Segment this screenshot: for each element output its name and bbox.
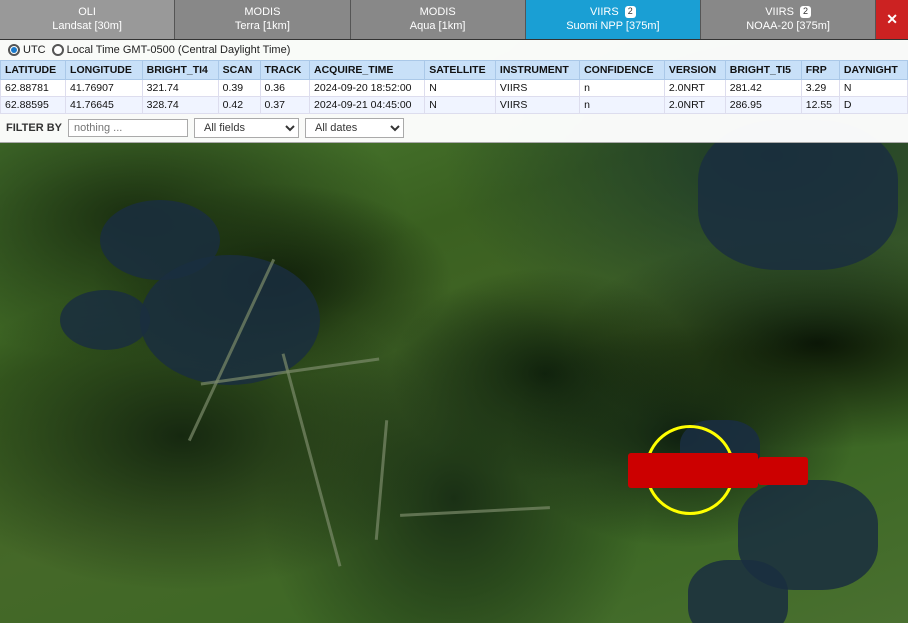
table-cell-acquire_time: 2024-09-21 04:45:00 [310,96,425,113]
table-header-longitude: LONGITUDE [66,60,143,79]
local-time-label: Local Time GMT-0500 (Central Daylight Ti… [67,44,291,56]
data-panel: UTC Local Time GMT-0500 (Central Dayligh… [0,40,908,143]
tab-viirs-snpp-line2: Suomi NPP [375m] [534,19,692,33]
tab-viirs-noaa20-badge: 2 [800,6,811,18]
utc-radio-label[interactable]: UTC [8,44,46,56]
water-body-6 [688,560,788,623]
table-header-version: VERSION [664,60,725,79]
table-cell-acquire_time: 2024-09-20 18:52:00 [310,79,425,96]
filter-by-label: FILTER BY [6,122,62,134]
table-cell-track: 0.36 [260,79,309,96]
table-cell-satellite: N [425,79,496,96]
table-row: 62.8859541.76645328.740.420.372024-09-21… [1,96,908,113]
table-cell-confidence: n [580,96,665,113]
table-cell-bright_ti4: 328.74 [142,96,218,113]
table-header-confidence: CONFIDENCE [580,60,665,79]
table-header-satellite: SATELLITE [425,60,496,79]
tab-viirs-noaa20[interactable]: VIIRS 2 NOAA-20 [375m] [701,0,876,39]
table-header-acquire_time: ACQUIRE_TIME [310,60,425,79]
local-time-radio-label[interactable]: Local Time GMT-0500 (Central Daylight Ti… [52,44,291,56]
time-row: UTC Local Time GMT-0500 (Central Dayligh… [0,40,908,60]
table-header-track: TRACK [260,60,309,79]
table-cell-satellite: N [425,96,496,113]
table-row: 62.8878141.76907321.740.390.362024-09-20… [1,79,908,96]
table-header-daynight: DAYNIGHT [839,60,907,79]
tab-viirs-noaa20-line1: VIIRS 2 [709,5,867,19]
tab-modis-terra-line1: MODIS [183,5,341,19]
table-cell-scan: 0.42 [218,96,260,113]
top-panel: OLI Landsat [30m] MODIS Terra [1km] MODI… [0,0,908,143]
close-button[interactable]: ✕ [876,0,908,39]
table-cell-frp: 3.29 [801,79,839,96]
tab-viirs-snpp[interactable]: VIIRS 2 Suomi NPP [375m] [526,0,701,39]
table-header-latitude: LATITUDE [1,60,66,79]
data-table: LATITUDELONGITUDEBRIGHT_TI4SCANTRACKACQU… [0,60,908,114]
tab-viirs-snpp-line1: VIIRS 2 [534,5,692,19]
water-body-2 [140,255,320,385]
tab-oli-line1: OLI [8,5,166,19]
table-cell-version: 2.0NRT [664,96,725,113]
table-header-bright_ti5: BRIGHT_TI5 [725,60,801,79]
tab-modis-aqua-line1: MODIS [359,5,517,19]
table-cell-instrument: VIIRS [495,79,579,96]
table-cell-frp: 12.55 [801,96,839,113]
tab-viirs-snpp-label: VIIRS [590,6,619,18]
filter-row: FILTER BY All fieldsLATITUDELONGITUDESAT… [0,114,908,142]
tab-modis-terra[interactable]: MODIS Terra [1km] [175,0,350,39]
filter-input[interactable] [68,119,188,137]
table-cell-scan: 0.39 [218,79,260,96]
table-header-row: LATITUDELONGITUDEBRIGHT_TI4SCANTRACKACQU… [1,60,908,79]
table-header-bright_ti4: BRIGHT_TI4 [142,60,218,79]
table-cell-latitude: 62.88595 [1,96,66,113]
utc-radio-dot[interactable] [8,44,20,56]
tab-modis-aqua[interactable]: MODIS Aqua [1km] [351,0,526,39]
tab-bar: OLI Landsat [30m] MODIS Terra [1km] MODI… [0,0,908,40]
tab-viirs-noaa20-label: VIIRS [765,6,794,18]
table-cell-longitude: 41.76907 [66,79,143,96]
tab-viirs-snpp-badge: 2 [625,6,636,18]
table-header-scan: SCAN [218,60,260,79]
table-cell-bright_ti5: 286.95 [725,96,801,113]
table-cell-daynight: N [839,79,907,96]
table-header-instrument: INSTRUMENT [495,60,579,79]
table-cell-track: 0.37 [260,96,309,113]
tab-viirs-noaa20-line2: NOAA-20 [375m] [709,19,867,33]
tab-oli[interactable]: OLI Landsat [30m] [0,0,175,39]
table-cell-confidence: n [580,79,665,96]
table-cell-instrument: VIIRS [495,96,579,113]
water-body-3 [60,290,150,350]
table-cell-version: 2.0NRT [664,79,725,96]
tab-modis-terra-line2: Terra [1km] [183,19,341,33]
table-cell-daynight: D [839,96,907,113]
filter-fields-select[interactable]: All fieldsLATITUDELONGITUDESATELLITEINST… [194,118,299,138]
table-header-frp: FRP [801,60,839,79]
filter-dates-select[interactable]: All datesLast 24 hoursLast 48 hoursLast … [305,118,404,138]
table-cell-bright_ti5: 281.42 [725,79,801,96]
tab-oli-line2: Landsat [30m] [8,19,166,33]
table-cell-bright_ti4: 321.74 [142,79,218,96]
table-cell-latitude: 62.88781 [1,79,66,96]
utc-label: UTC [23,44,46,56]
tab-modis-aqua-line2: Aqua [1km] [359,19,517,33]
fire-rect-small [758,457,808,485]
fire-rect-main [628,453,758,488]
table-body: 62.8878141.76907321.740.390.362024-09-20… [1,79,908,113]
table-cell-longitude: 41.76645 [66,96,143,113]
local-time-radio-dot[interactable] [52,44,64,56]
